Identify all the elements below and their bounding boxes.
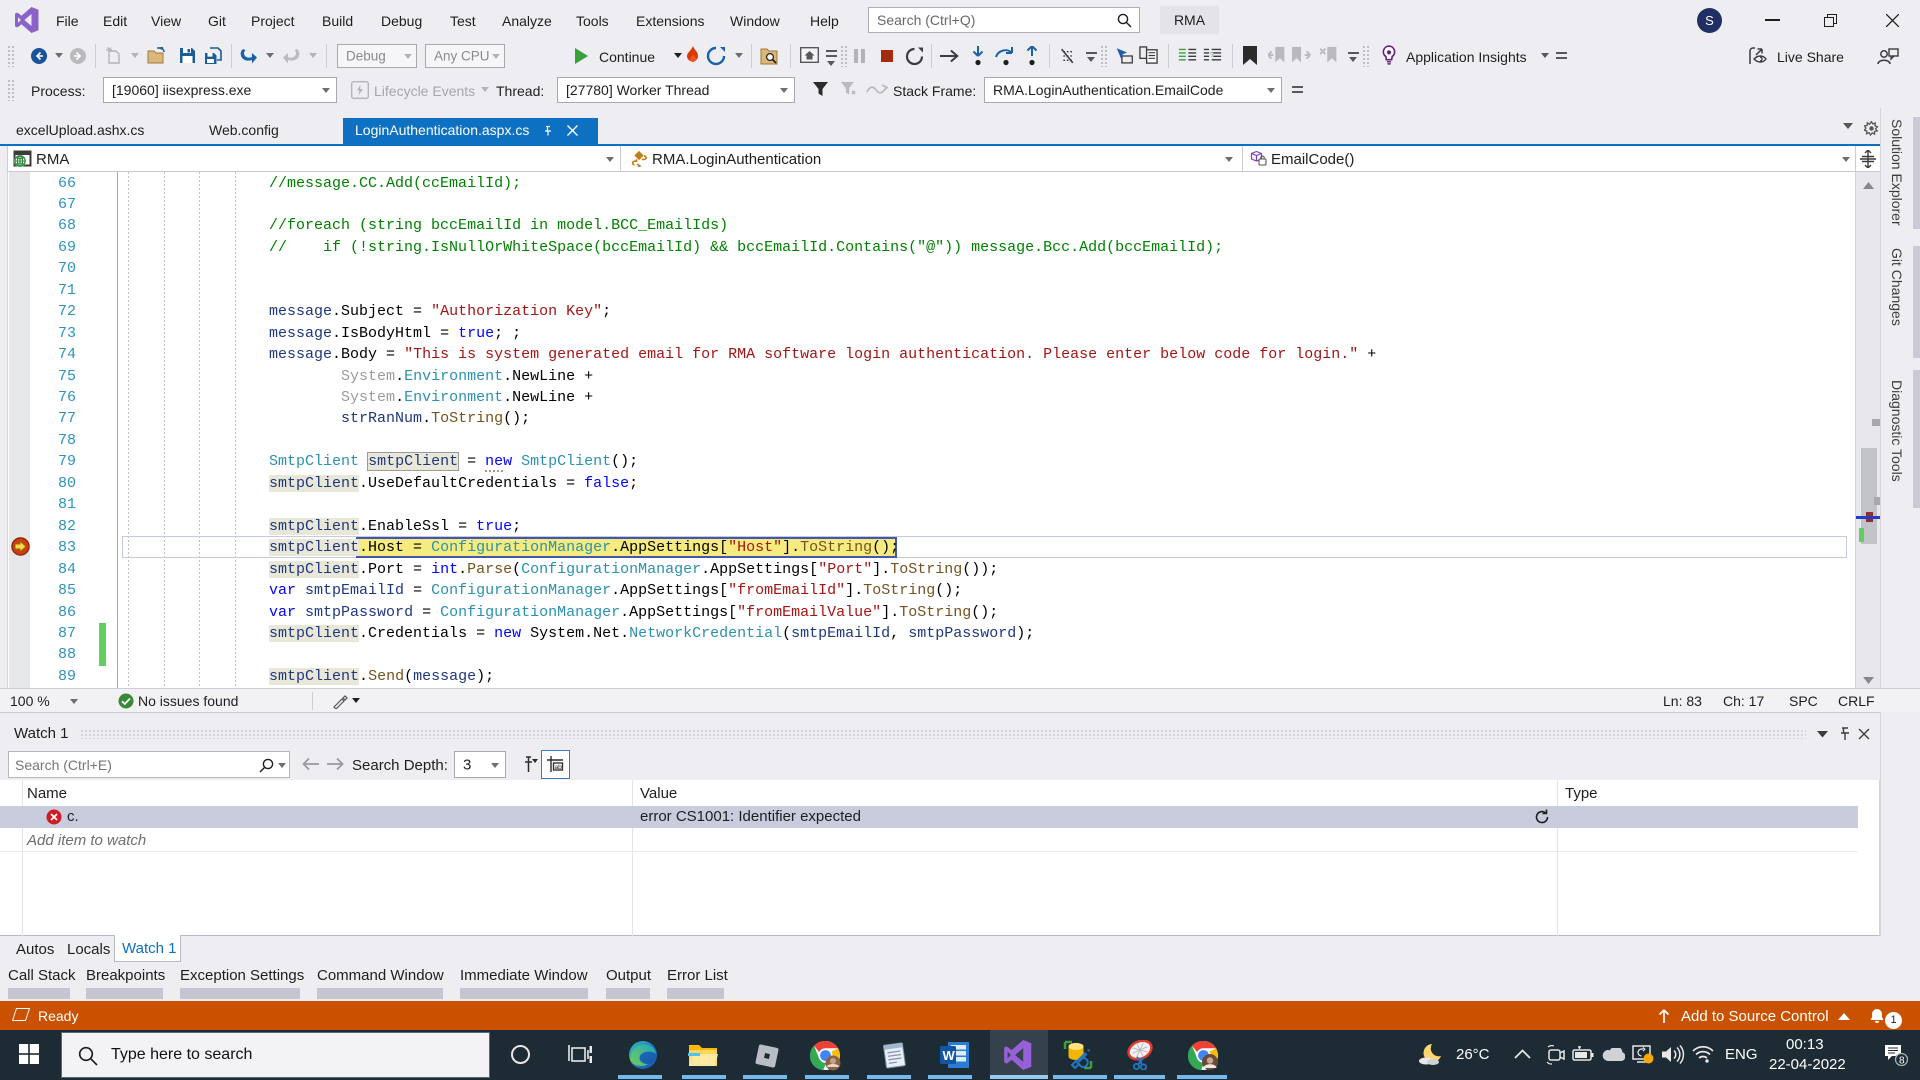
svg-text:ab: ab [555, 764, 563, 771]
svg-text:?: ? [1210, 50, 1215, 59]
svg-text:8: 8 [1899, 1056, 1905, 1067]
svg-text:W: W [943, 1048, 956, 1063]
